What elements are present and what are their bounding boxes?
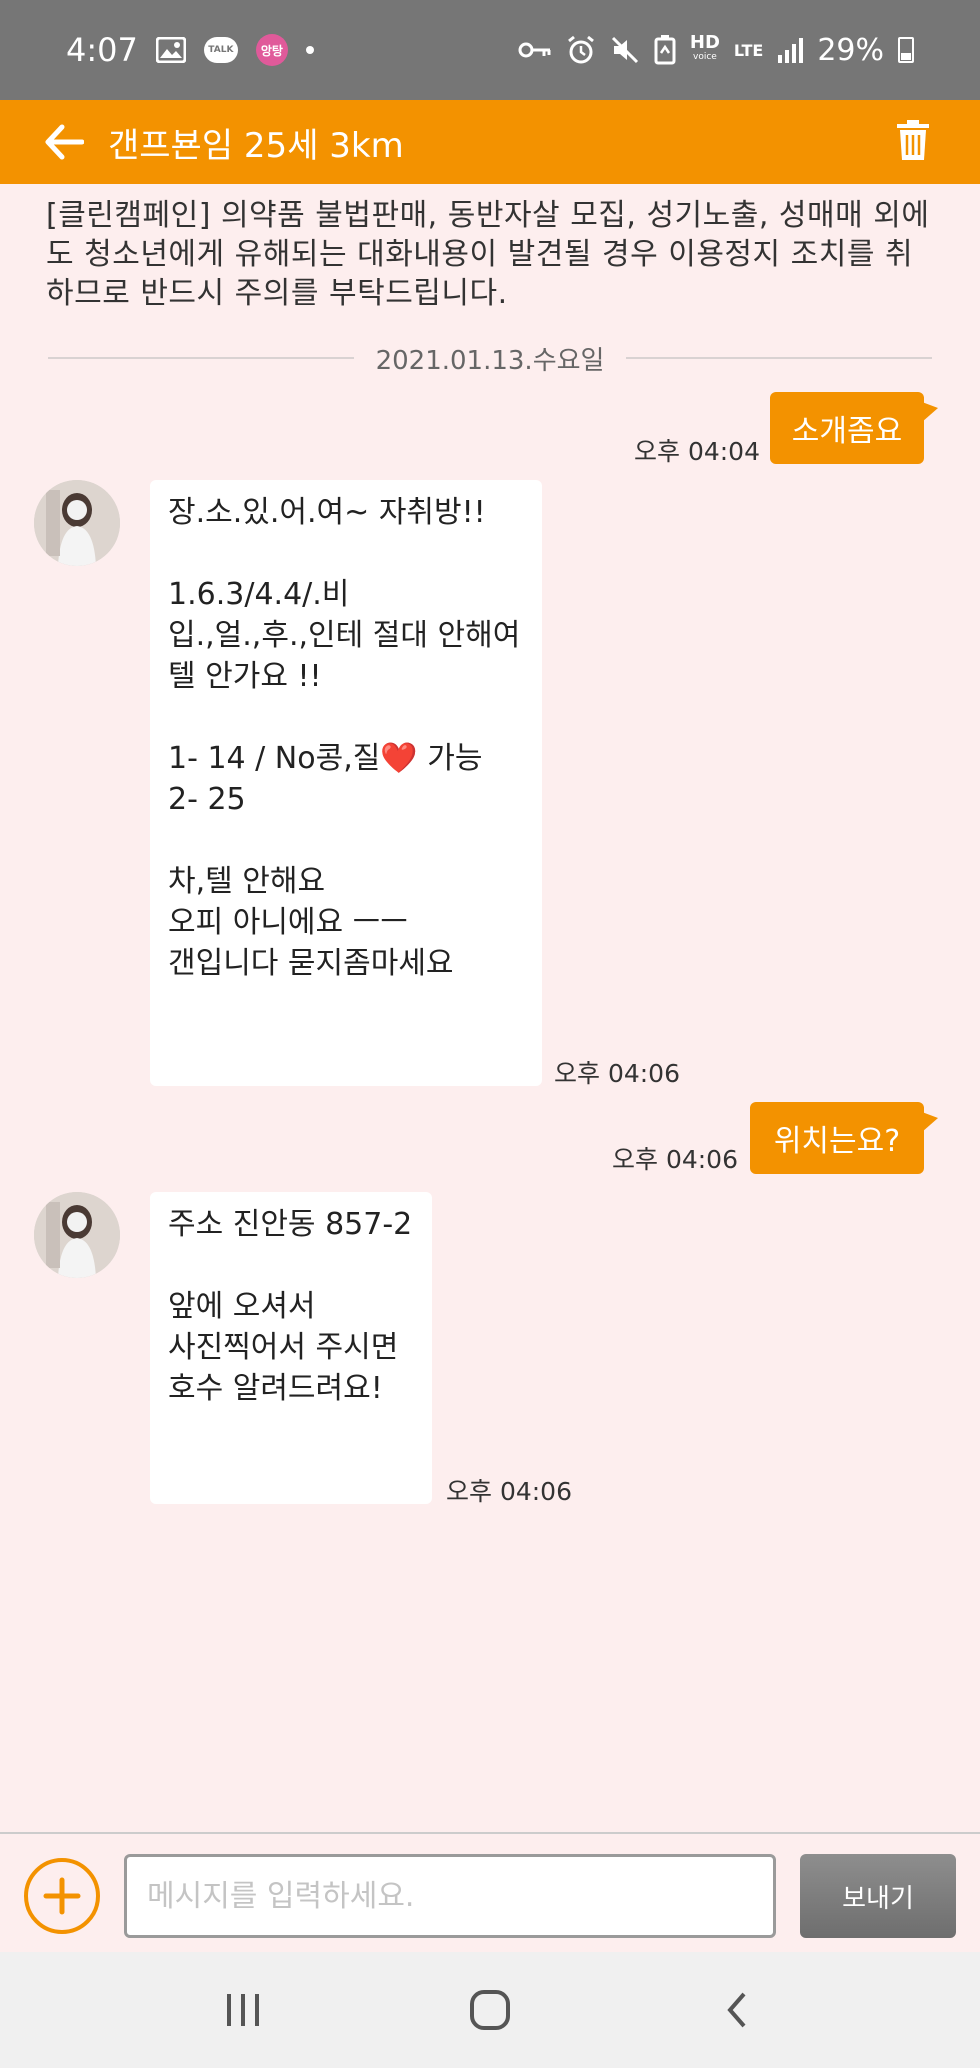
back-chevron-icon xyxy=(726,1992,746,2028)
message-input[interactable] xyxy=(124,1854,776,1938)
profile-photo-icon xyxy=(34,480,120,566)
recent-apps-icon xyxy=(227,1994,260,2026)
incoming-message[interactable]: 주소 진안동 857-2 앞에 오셔서 사진찍어서 주시면 호수 알려드려요! xyxy=(150,1192,432,1504)
battery-percent: 29% xyxy=(817,32,884,68)
status-right: HD voice LTE 29% xyxy=(518,33,914,68)
voice-label: voice xyxy=(693,52,717,62)
message-time: 오후 04:06 xyxy=(612,1145,738,1174)
message-time: 오후 04:06 xyxy=(446,1477,572,1506)
back-nav-button[interactable] xyxy=(707,1985,767,2035)
avatar[interactable] xyxy=(34,1192,120,1278)
status-time: 4:07 xyxy=(66,31,138,69)
notification-dot-icon xyxy=(305,46,314,54)
message-time: 오후 04:06 xyxy=(554,1059,680,1088)
incoming-message[interactable]: 장.소.있.어.여~ 자취방!! 1.6.3/4.4/.비 입.,얼.,후.,인… xyxy=(150,480,542,1086)
status-left: 4:07 TALK 앙탕 xyxy=(66,31,314,69)
gallery-icon xyxy=(155,37,186,63)
message-time: 오후 04:04 xyxy=(634,437,760,466)
system-nav-bar xyxy=(0,1952,980,2068)
trash-icon xyxy=(897,120,929,160)
clean-campaign-notice: [클린캠페인] 의약품 불법판매, 동반자살 모집, 성기노출, 성매매 외에도… xyxy=(46,198,930,311)
outgoing-message[interactable]: 소개좀요 xyxy=(770,392,938,464)
divider-line-right xyxy=(626,357,933,359)
lte-icon: LTE xyxy=(733,40,764,60)
battery-saver-icon xyxy=(654,35,676,65)
chat-screen: 4:07 TALK 앙탕 HD voice LTE 29% 갠프뵨임 25세 3… xyxy=(0,0,980,2068)
battery-icon xyxy=(898,37,914,63)
signal-icon xyxy=(777,37,804,63)
app-badge-icon: 앙탕 xyxy=(255,34,288,66)
back-button[interactable] xyxy=(44,120,88,164)
hd-voice-icon: HD voice xyxy=(690,34,720,64)
home-icon xyxy=(469,1990,510,2030)
talk-icon: TALK xyxy=(203,37,238,63)
alarm-icon xyxy=(566,35,596,65)
chat-title: 갠프뵨임 25세 3km xyxy=(108,125,404,166)
attach-button[interactable] xyxy=(24,1858,100,1934)
key-icon xyxy=(518,40,552,60)
send-button[interactable]: 보내기 xyxy=(800,1854,956,1938)
message-input-bar: 보내기 xyxy=(0,1832,980,1952)
home-button[interactable] xyxy=(460,1985,520,2035)
recent-apps-button[interactable] xyxy=(213,1985,273,2035)
date-divider: 2021.01.13.수요일 xyxy=(48,338,933,378)
avatar[interactable] xyxy=(34,480,120,566)
back-arrow-icon xyxy=(45,124,84,160)
status-bar: 4:07 TALK 앙탕 HD voice LTE 29% xyxy=(0,0,980,100)
plus-icon xyxy=(43,1877,81,1915)
chat-header: 갠프뵨임 25세 3km xyxy=(0,100,980,184)
divider-line-left xyxy=(48,357,354,359)
profile-photo-icon xyxy=(34,1192,120,1278)
date-label: 2021.01.13.수요일 xyxy=(375,345,605,376)
outgoing-message[interactable]: 위치는요? xyxy=(750,1102,938,1174)
mute-icon xyxy=(610,35,640,65)
delete-chat-button[interactable] xyxy=(896,120,936,164)
